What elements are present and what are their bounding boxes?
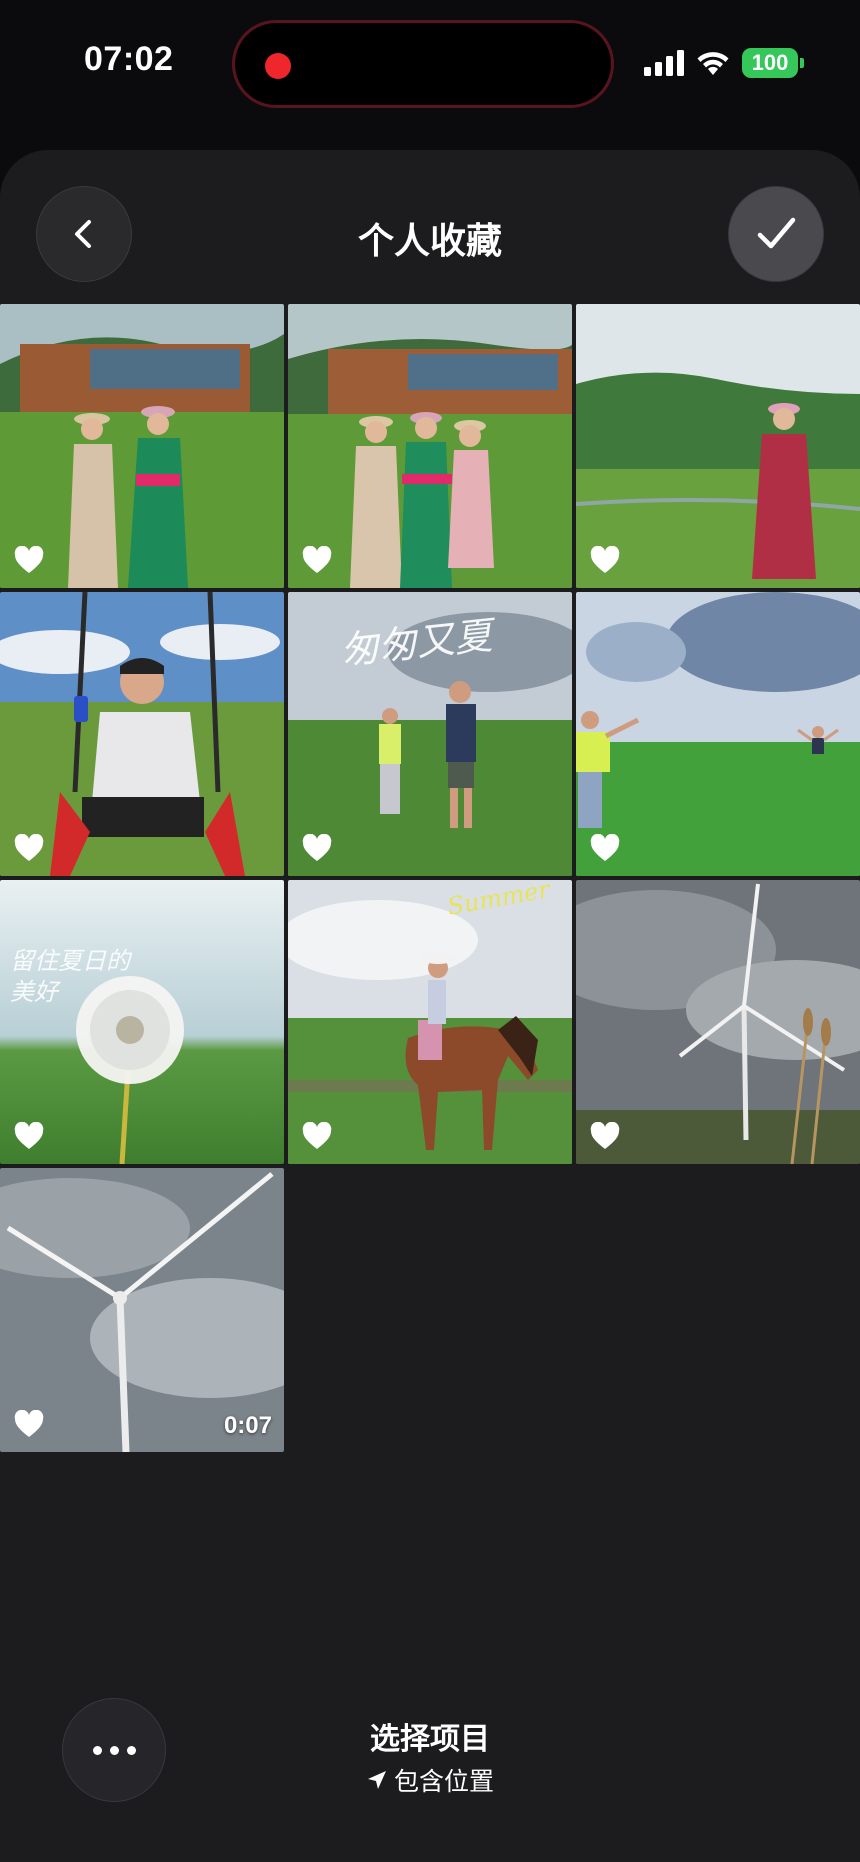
favorite-heart-icon [590, 834, 620, 861]
done-button[interactable] [728, 186, 824, 282]
status-time: 07:02 [84, 40, 174, 78]
favorite-heart-icon [302, 1122, 332, 1149]
photo-tile[interactable]: 匆匆又夏 [288, 592, 572, 876]
favorite-heart-icon [302, 834, 332, 861]
battery-level: 100 [751, 50, 789, 75]
photo-tile[interactable]: Summer [288, 880, 572, 1164]
signal-icon [644, 50, 684, 76]
location-arrow-icon [367, 1771, 386, 1789]
video-tile[interactable]: 0:07 [0, 1168, 284, 1452]
favorite-heart-icon [590, 1122, 620, 1149]
favorite-heart-icon [14, 1410, 44, 1437]
photo-overlay-text: 留住夏日的美好 [10, 947, 130, 1007]
favorite-heart-icon [590, 546, 620, 573]
photo-tile[interactable] [576, 304, 860, 588]
status-indicators: 100 [644, 48, 804, 78]
include-location-row[interactable]: 包含位置 [0, 1762, 860, 1798]
favorite-heart-icon [302, 546, 332, 573]
photo-tile[interactable] [288, 304, 572, 588]
recording-dot-icon [265, 53, 291, 79]
select-items-label: 选择项目 [370, 1723, 490, 1756]
favorite-heart-icon [14, 1122, 44, 1149]
photo-tile[interactable] [0, 592, 284, 876]
photo-tile[interactable] [576, 880, 860, 1164]
photo-tile[interactable] [576, 592, 860, 876]
selection-info[interactable]: 选择项目 包含位置 [0, 1714, 860, 1798]
include-location-label: 包含位置 [393, 1768, 494, 1796]
dynamic-island [232, 20, 614, 108]
video-duration: 0:07 [223, 1412, 272, 1439]
bottom-toolbar: 选择项目 包含位置 [0, 1690, 860, 1810]
checkmark-icon [757, 217, 796, 249]
photo-tile[interactable]: 留住夏日的美好 [0, 880, 284, 1164]
status-bar: 07:02 100 [0, 0, 860, 130]
photo-tile[interactable] [0, 304, 284, 588]
battery-icon: 100 [742, 48, 804, 78]
favorite-heart-icon [14, 834, 44, 861]
favorite-heart-icon [14, 546, 44, 573]
wifi-icon [697, 52, 729, 75]
